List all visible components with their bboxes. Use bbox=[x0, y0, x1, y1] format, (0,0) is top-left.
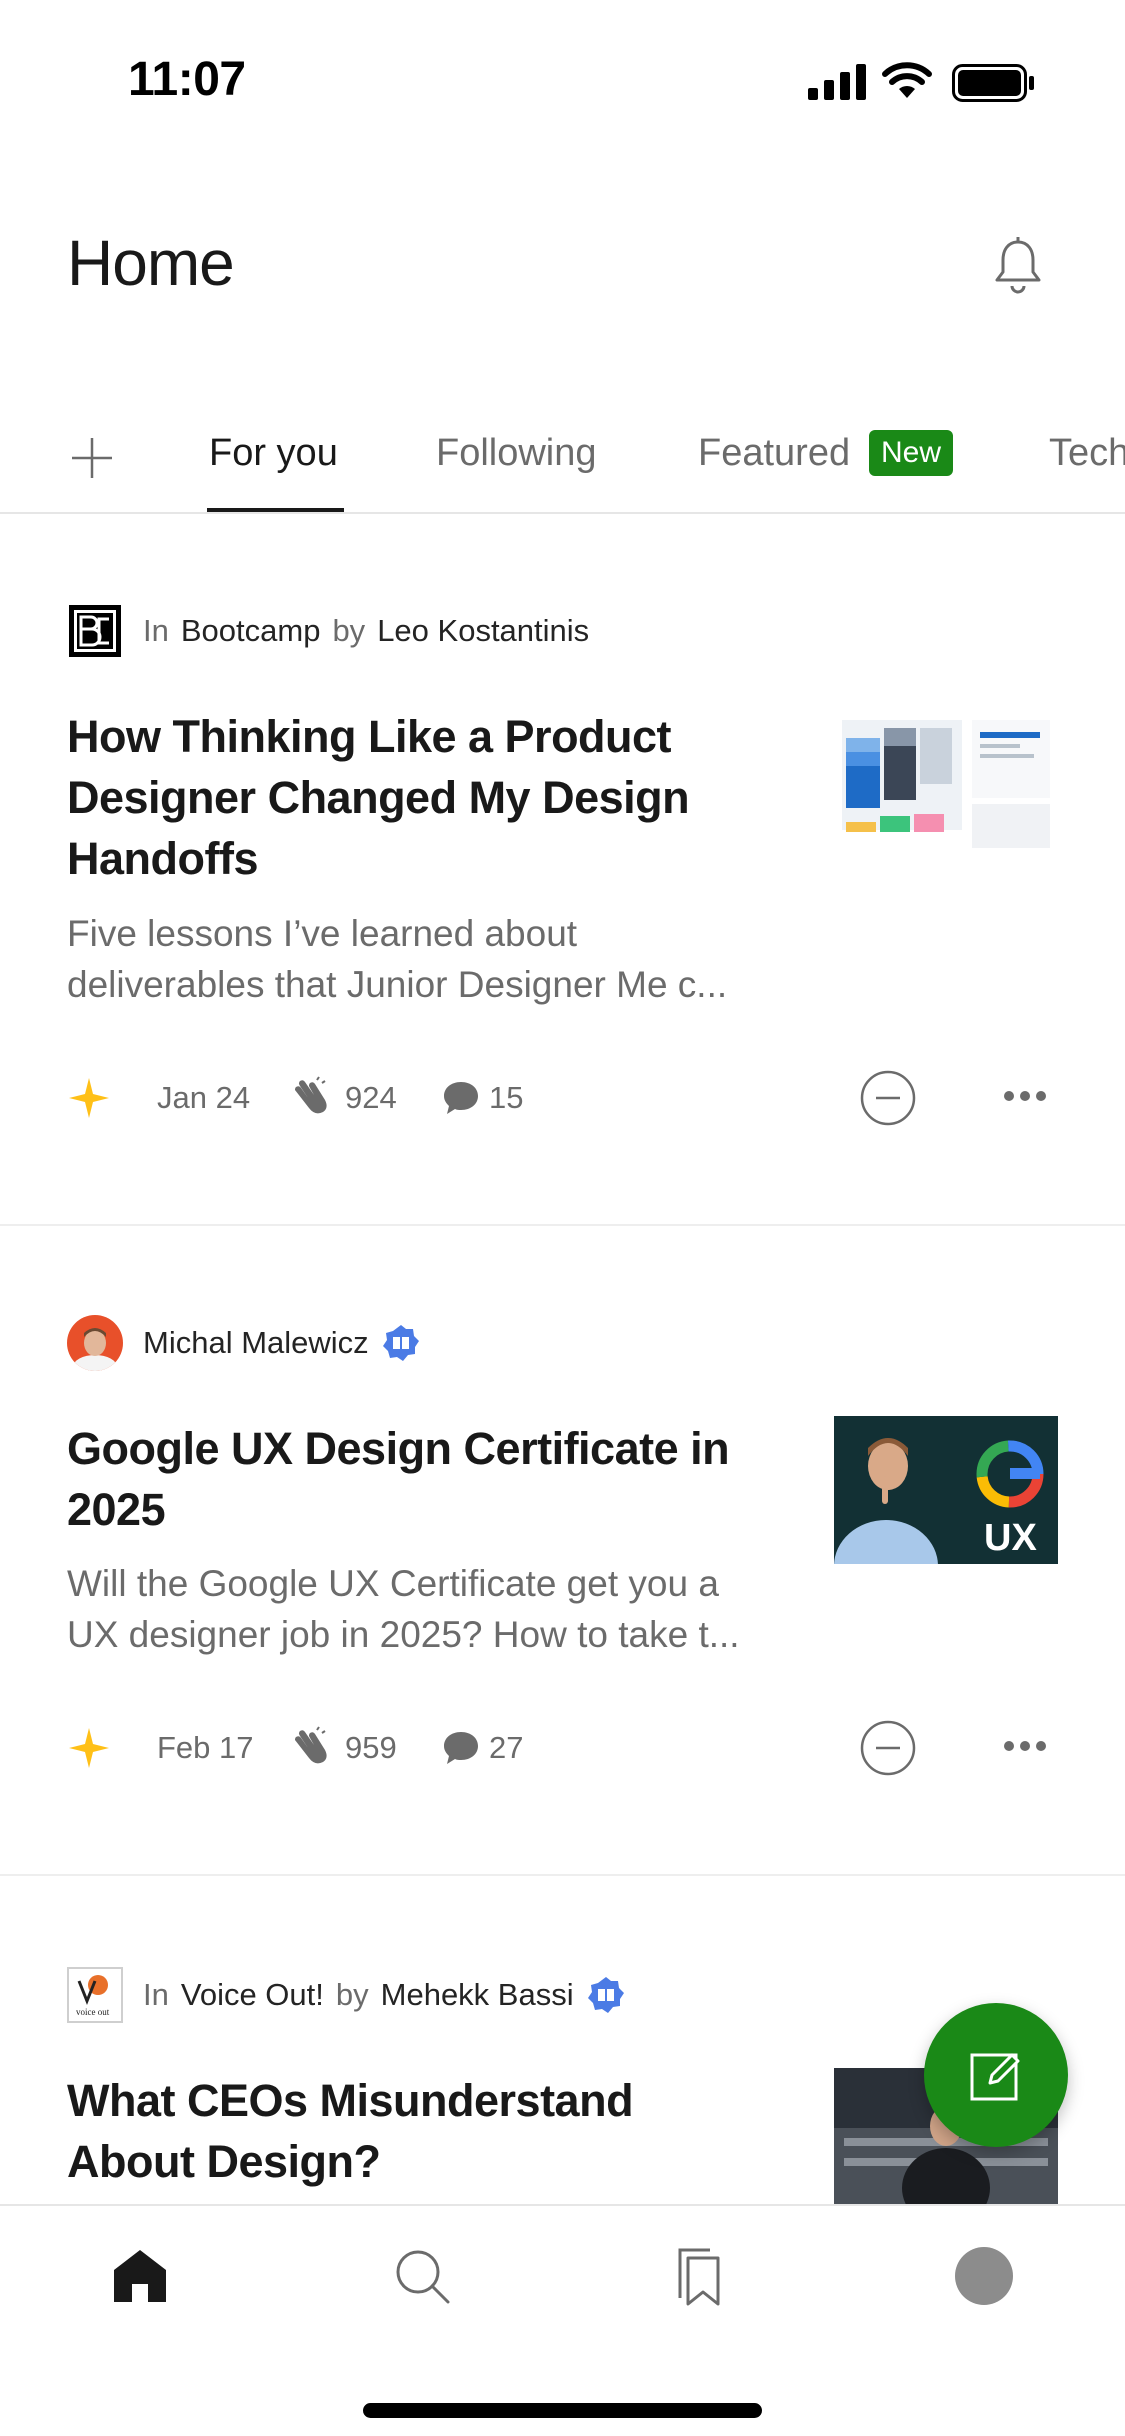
comment-count: 15 bbox=[489, 1080, 524, 1115]
in-label: In bbox=[143, 613, 169, 648]
verified-badge-icon bbox=[382, 1325, 419, 1361]
article-title[interactable]: Google UX Design Certificate in 2025 bbox=[67, 1418, 767, 1540]
cellular-signal-icon bbox=[808, 64, 866, 100]
tab-featured[interactable]: Featured bbox=[698, 432, 850, 475]
star-icon bbox=[69, 1078, 109, 1118]
article-byline: In Bootcamp by Leo Kostantinis bbox=[67, 602, 589, 660]
clap-icon[interactable] bbox=[287, 1076, 331, 1120]
home-indicator bbox=[363, 2403, 762, 2418]
by-label: by bbox=[335, 1977, 369, 2012]
feed-tabs: For you Following Featured New Tech bbox=[0, 400, 1125, 514]
author-name[interactable]: Mehekk Bassi bbox=[381, 1977, 574, 2013]
library-icon[interactable] bbox=[668, 2244, 732, 2308]
author-name[interactable]: Michal Malewicz bbox=[143, 1325, 369, 1361]
article-byline: Michal Malewicz bbox=[67, 1314, 421, 1372]
verified-badge-icon bbox=[587, 1977, 624, 2013]
show-less-icon[interactable] bbox=[860, 1720, 916, 1776]
comment-icon[interactable] bbox=[441, 1078, 481, 1118]
article-subtitle[interactable]: Five lessons I’ve learned about delivera… bbox=[67, 908, 767, 1010]
plus-icon[interactable] bbox=[70, 436, 114, 480]
in-label: In bbox=[143, 1977, 169, 2012]
article-card[interactable]: Michal Malewicz Google UX Design Certifi… bbox=[0, 1226, 1125, 1878]
bootcamp-logo-icon[interactable] bbox=[67, 603, 123, 659]
clap-icon[interactable] bbox=[287, 1726, 331, 1770]
new-badge: New bbox=[869, 430, 954, 476]
wifi-icon bbox=[882, 62, 932, 98]
voice-out-logo-icon[interactable]: voice out bbox=[67, 1967, 123, 2023]
article-card[interactable]: In Bootcamp by Leo Kostantinis How Think… bbox=[0, 514, 1125, 1226]
battery-icon bbox=[952, 64, 1034, 102]
article-thumbnail[interactable] bbox=[834, 710, 1058, 858]
bottom-nav bbox=[0, 2204, 1125, 2436]
article-title[interactable]: How Thinking Like a Product Designer Cha… bbox=[67, 706, 767, 889]
article-meta: Feb 17 959 27 bbox=[67, 1718, 1067, 1778]
write-button[interactable] bbox=[924, 2003, 1068, 2147]
article-subtitle[interactable]: Will the Google UX Certificate get you a… bbox=[67, 1558, 767, 1660]
author-name[interactable]: Leo Kostantinis bbox=[377, 613, 589, 649]
publish-date: Jan 24 bbox=[157, 1080, 251, 1115]
search-icon[interactable] bbox=[390, 2244, 454, 2308]
star-icon bbox=[69, 1728, 109, 1768]
more-icon[interactable] bbox=[1001, 1084, 1049, 1108]
bell-icon[interactable] bbox=[992, 236, 1044, 296]
publication-name[interactable]: Voice Out! bbox=[181, 1977, 324, 2013]
comment-icon[interactable] bbox=[441, 1728, 481, 1768]
article-meta: Jan 24 924 15 bbox=[67, 1068, 1067, 1128]
page-title: Home bbox=[67, 227, 235, 299]
tab-for-you[interactable]: For you bbox=[209, 432, 338, 475]
tab-tech[interactable]: Tech bbox=[1049, 432, 1125, 475]
article-byline: voice out In Voice Out! by Mehekk Bassi bbox=[67, 1966, 626, 2024]
active-tab-indicator bbox=[207, 508, 344, 512]
tab-following[interactable]: Following bbox=[436, 432, 597, 475]
show-less-icon[interactable] bbox=[860, 1070, 916, 1126]
edit-icon bbox=[970, 2053, 1020, 2101]
thumb-ux-text: UX bbox=[984, 1517, 1037, 1559]
publication-name[interactable]: Bootcamp bbox=[181, 613, 321, 649]
status-time: 11:07 bbox=[128, 53, 246, 106]
status-bar: 11:07 bbox=[0, 0, 1125, 150]
profile-icon[interactable] bbox=[952, 2244, 1016, 2308]
publish-date: Feb 17 bbox=[157, 1730, 254, 1765]
article-title[interactable]: What CEOs Misunderstand About Design? bbox=[67, 2070, 767, 2192]
more-icon[interactable] bbox=[1001, 1734, 1049, 1758]
voice-out-logo-text: voice out bbox=[76, 2007, 110, 2017]
author-avatar[interactable] bbox=[67, 1315, 123, 1371]
home-icon[interactable] bbox=[108, 2244, 172, 2308]
by-label: by bbox=[332, 613, 366, 648]
comment-count: 27 bbox=[489, 1730, 524, 1765]
clap-count: 959 bbox=[345, 1730, 397, 1765]
article-thumbnail[interactable]: UX bbox=[834, 1416, 1058, 1564]
clap-count: 924 bbox=[345, 1080, 397, 1115]
